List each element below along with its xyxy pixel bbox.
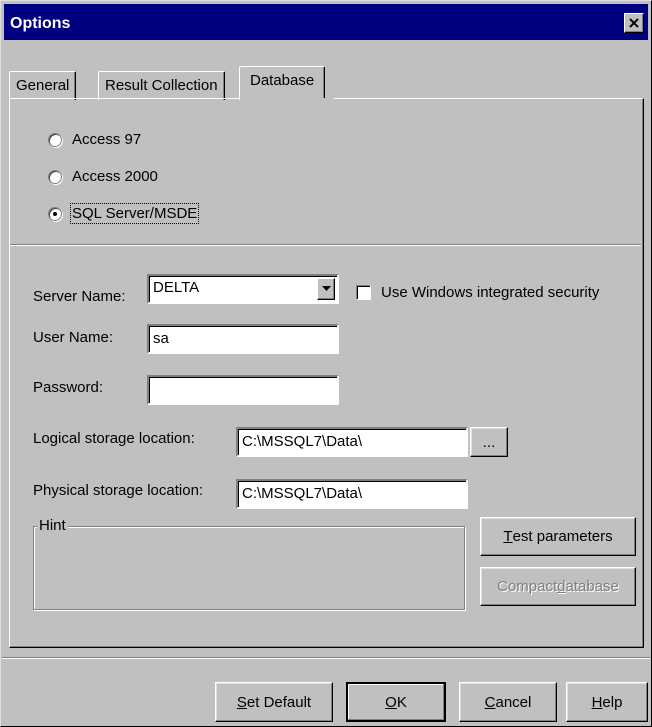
hint-label: Hint xyxy=(37,517,68,534)
test-parameters-rest: est parameters xyxy=(512,528,613,545)
tab-general[interactable]: General xyxy=(9,71,77,100)
tab-database[interactable]: Database xyxy=(239,66,326,100)
set-default-rest: et Default xyxy=(246,693,312,711)
radio-circle xyxy=(48,132,62,147)
logical-storage-input[interactable]: C:\MSSQL7\Data\ xyxy=(236,427,468,457)
checkbox-box xyxy=(356,285,371,300)
radio-access-2000[interactable]: Access 2000 xyxy=(48,168,158,185)
tab-result-collection-label: Result Collection xyxy=(105,77,218,94)
physical-storage-value: C:\MSSQL7\Data\ xyxy=(242,485,363,502)
help-button[interactable]: Help xyxy=(566,682,648,722)
hint-groupbox xyxy=(33,526,465,610)
physical-storage-label: Physical storage location: xyxy=(33,482,204,499)
title-bar[interactable]: Options xyxy=(4,4,648,40)
ok-accel: O xyxy=(385,693,397,711)
user-name-value: sa xyxy=(153,330,169,347)
browse-button[interactable]: ... xyxy=(470,427,508,457)
logical-storage-label: Logical storage location: xyxy=(33,430,195,447)
password-input[interactable] xyxy=(147,375,339,405)
server-name-label: Server Name: xyxy=(33,288,126,305)
test-parameters-button[interactable]: Test parameters xyxy=(480,517,636,556)
radio-selected-dot xyxy=(53,211,57,216)
set-default-button[interactable]: Set Default xyxy=(215,682,333,722)
tab-general-label: General xyxy=(16,77,70,94)
compact-database-rest: atabase xyxy=(565,578,619,595)
radio-sql-server[interactable]: SQL Server/MSDE xyxy=(48,203,200,224)
server-name-combo[interactable]: DELTA xyxy=(147,274,339,304)
radio-access-97[interactable]: Access 97 xyxy=(48,131,141,148)
user-name-label: User Name: xyxy=(33,329,114,346)
compact-database-prefix: Compact xyxy=(497,578,558,595)
radio-label: SQL Server/MSDE xyxy=(69,203,200,224)
footer-divider xyxy=(2,657,650,659)
cancel-button[interactable]: Cancel xyxy=(459,682,557,722)
window-title: Options xyxy=(10,15,71,32)
windows-security-checkbox[interactable]: Use Windows integrated security xyxy=(356,284,599,301)
set-default-accel: S xyxy=(236,693,247,711)
user-name-input[interactable]: sa xyxy=(147,324,339,354)
physical-storage-input[interactable]: C:\MSSQL7\Data\ xyxy=(236,479,468,509)
ok-rest: K xyxy=(396,693,407,711)
radio-circle xyxy=(48,169,62,184)
tab-result-collection[interactable]: Result Collection xyxy=(98,71,225,100)
password-label: Password: xyxy=(33,379,104,396)
chevron-down-icon xyxy=(322,286,331,291)
help-accel: H xyxy=(591,693,603,711)
radio-label: Access 2000 xyxy=(72,168,158,185)
close-icon xyxy=(629,18,639,28)
options-dialog: Options General Result Collection Databa… xyxy=(0,0,652,727)
close-button[interactable] xyxy=(624,13,644,33)
divider xyxy=(10,244,641,246)
windows-security-label: Use Windows integrated security xyxy=(381,284,600,301)
radio-label: Access 97 xyxy=(72,131,142,148)
help-rest: elp xyxy=(602,693,623,711)
logical-storage-value: C:\MSSQL7\Data\ xyxy=(242,433,363,450)
server-name-value: DELTA xyxy=(153,279,200,296)
cancel-rest: ancel xyxy=(495,693,532,711)
tab-database-label: Database xyxy=(250,72,315,89)
ok-button[interactable]: OK xyxy=(346,682,446,722)
compact-database-button[interactable]: Compact d atabase xyxy=(480,567,636,606)
test-parameters-accel: T xyxy=(503,528,513,545)
cancel-accel: C xyxy=(484,693,496,711)
browse-label: ... xyxy=(482,433,496,451)
compact-database-accel: d xyxy=(557,578,566,595)
radio-circle xyxy=(48,206,62,221)
server-name-dropdown-button[interactable] xyxy=(317,278,335,300)
